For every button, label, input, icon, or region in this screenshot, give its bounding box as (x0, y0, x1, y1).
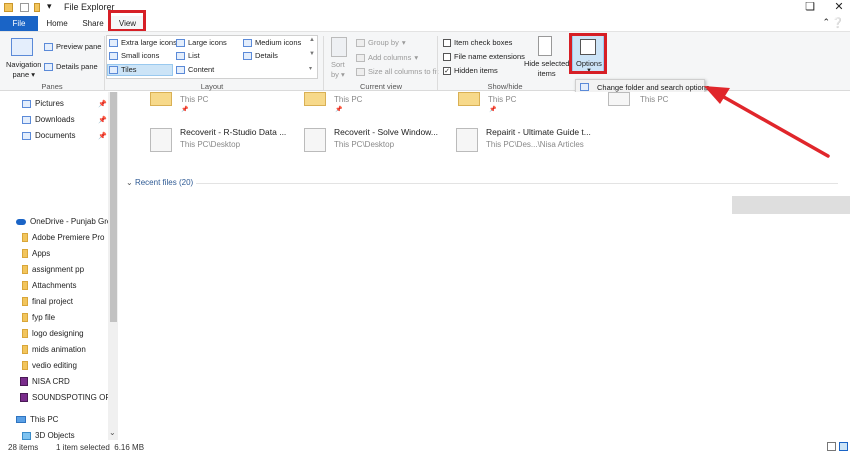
annotation-arrow (704, 86, 830, 158)
